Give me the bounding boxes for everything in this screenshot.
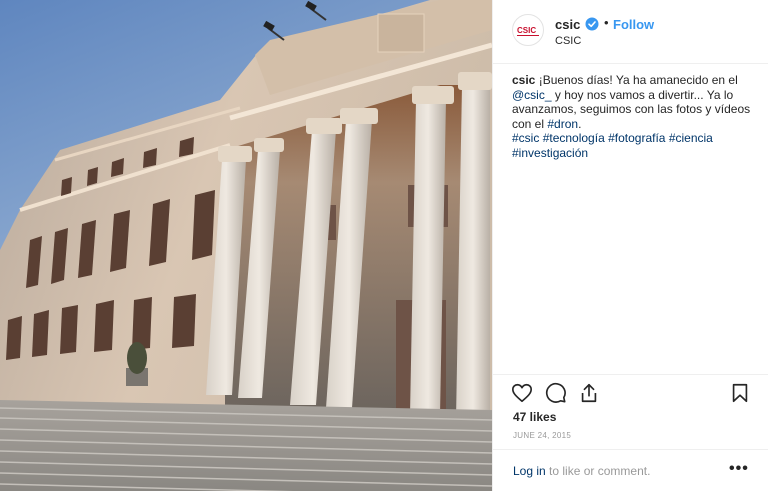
avatar-logo-underline — [517, 35, 539, 36]
hashtag-ciencia[interactable]: #ciencia — [669, 131, 713, 145]
post-caption: csic ¡Buenos días! Ya ha amanecido en el… — [512, 73, 752, 161]
likes-count[interactable]: 47 likes — [513, 410, 556, 424]
login-prompt-text: to like or comment. — [545, 464, 651, 478]
post-side-panel: CSIC csic • Follow CSIC csic ¡Buenos día… — [492, 0, 768, 491]
more-options-icon[interactable]: ••• — [729, 460, 749, 478]
login-prompt: Log in to like or comment. — [513, 464, 650, 478]
post-header: CSIC csic • Follow CSIC — [493, 0, 768, 64]
building-image — [0, 0, 492, 491]
verified-badge-icon — [585, 17, 599, 31]
heart-icon[interactable] — [511, 382, 533, 404]
post-date[interactable]: JUNE 24, 2015 — [513, 431, 571, 440]
username-link[interactable]: csic — [555, 17, 580, 32]
hashtag-investigacion[interactable]: #investigación — [512, 146, 588, 160]
comment-icon[interactable] — [545, 382, 567, 404]
hashtag-dron[interactable]: #dron — [547, 117, 578, 131]
header-separator: • — [604, 15, 609, 30]
follow-button[interactable]: Follow — [613, 17, 654, 32]
caption-period: . — [578, 116, 582, 131]
avatar-logo-text: CSIC — [517, 26, 537, 35]
caption-text-start: ¡Buenos días! Ya ha amanecido en el — [538, 73, 738, 87]
post-footer: Log in to like or comment. ••• — [493, 449, 768, 491]
post-actions-bar — [493, 374, 768, 410]
location-link[interactable]: CSIC — [555, 35, 581, 47]
hashtag-csic[interactable]: #csic — [512, 131, 539, 145]
post-photo[interactable] — [0, 0, 492, 491]
bookmark-icon[interactable] — [729, 382, 751, 404]
login-link[interactable]: Log in — [513, 464, 546, 478]
hashtag-fotografia[interactable]: #fotografía — [608, 131, 665, 145]
caption-mention[interactable]: @csic_ — [512, 88, 552, 102]
avatar[interactable]: CSIC — [512, 14, 544, 46]
share-icon[interactable] — [578, 382, 600, 404]
caption-author[interactable]: csic — [512, 73, 535, 87]
hashtag-tecnologia[interactable]: #tecnología — [543, 131, 605, 145]
